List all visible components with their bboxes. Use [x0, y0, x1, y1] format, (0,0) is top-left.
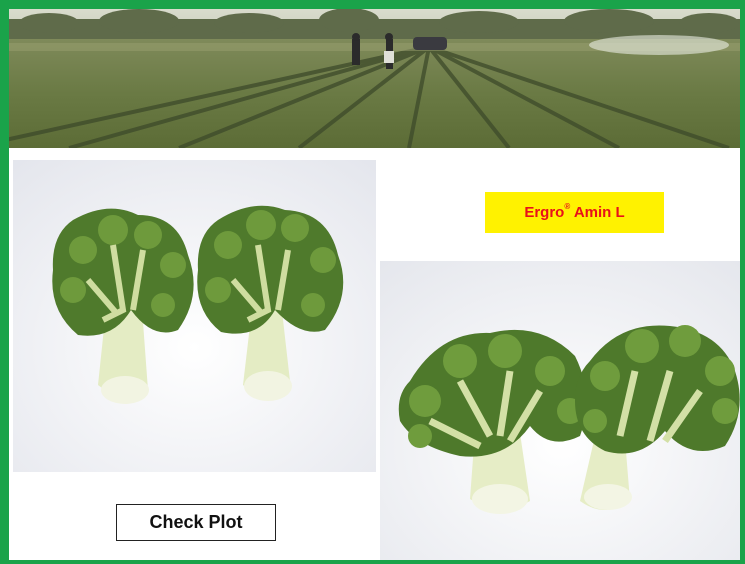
registered-mark: ® — [564, 202, 571, 211]
check-plot-label: Check Plot — [116, 504, 276, 541]
treatment-label: Ergro ® Amin L — [485, 192, 664, 233]
page-frame: Ergro ® Amin L Check Plot — [0, 0, 745, 564]
treatment-label-product: Amin L — [570, 204, 625, 221]
treatment-label-brand: Ergro — [524, 204, 565, 221]
treated-broccoli-photo — [380, 261, 740, 560]
check-plot-broccoli-photo — [13, 160, 376, 472]
field-photo — [9, 9, 740, 148]
